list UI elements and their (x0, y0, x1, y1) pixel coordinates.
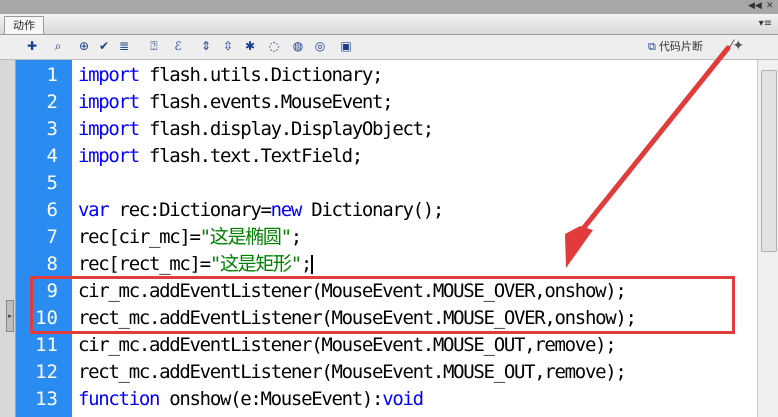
code-token: flash.events.MouseEvent; (138, 91, 394, 113)
line-number: 13 (35, 388, 58, 410)
script-assist-icon[interactable]: ▣ (338, 38, 354, 54)
collapse-icon[interactable]: ⇕ (198, 38, 214, 54)
code-token: rec[rect_mc]= (78, 253, 211, 275)
expand-icon[interactable]: ✱ (242, 38, 258, 54)
comment-block-icon[interactable]: ◌ (266, 38, 282, 54)
keyword-token: new (270, 199, 303, 221)
code-line[interactable]: rect_mc.addEventListener(MouseEvent.MOUS… (78, 359, 627, 386)
panel-menu-icon[interactable]: ▾≡ (759, 18, 772, 29)
check-syntax-icon[interactable]: ✔ (96, 38, 112, 54)
code-snippets-button[interactable]: ⧉ 代码片断 (648, 39, 703, 55)
keyword-token: function (78, 388, 160, 410)
keyword-token: import (78, 145, 140, 167)
panel-tab-row: 动作 (0, 14, 778, 35)
code-token: cir_mc.addEventListener(MouseEvent.MOUSE… (78, 334, 617, 356)
collapse-selection-icon[interactable]: ⇳ (220, 38, 236, 54)
snippets-icon: ⧉ (648, 40, 656, 53)
code-line[interactable]: import flash.events.MouseEvent; (78, 89, 394, 116)
code-token: onshow(e:MouseEvent): (159, 388, 383, 410)
line-number: 1 (46, 64, 58, 86)
code-snippets-label: 代码片断 (658, 40, 703, 53)
text-caret (311, 255, 314, 274)
code-token: rect_mc.addEventListener(MouseEvent.MOUS… (78, 361, 627, 383)
comment-line-icon[interactable]: ◍ (290, 38, 306, 54)
code-line[interactable]: rec[cir_mc]="这是椭圆"; (78, 224, 302, 251)
find-icon[interactable]: ⌕ (50, 38, 66, 54)
line-number: 12 (35, 361, 58, 383)
code-token: rec[cir_mc]= (78, 226, 201, 248)
target-icon[interactable]: ⊕ (76, 38, 92, 54)
uncomment-icon[interactable]: ◎ (312, 38, 328, 54)
line-number: 4 (46, 145, 58, 167)
code-token: Dictionary(); (301, 199, 444, 221)
line-number: 5 (46, 172, 58, 194)
keyword-token: var (78, 199, 110, 221)
debug-icon[interactable]: ℰ (170, 38, 186, 54)
string-token: "这是矩形" (209, 253, 302, 275)
line-number: 8 (46, 253, 58, 275)
keyword-token: void (382, 388, 424, 410)
code-token: flash.utils.Dictionary; (138, 64, 384, 86)
line-number: 6 (46, 199, 58, 221)
keyword-token: import (78, 118, 140, 140)
code-token: ; (300, 253, 312, 275)
line-number: 11 (35, 334, 58, 356)
code-token: flash.display.DisplayObject; (138, 118, 434, 140)
scrollbar-thumb[interactable] (761, 70, 777, 252)
string-token: "这是椭圆" (199, 226, 292, 248)
splitter-grip-icon[interactable]: ▸ (6, 300, 14, 332)
line-number: 2 (46, 91, 58, 113)
code-line[interactable]: cir_mc.addEventListener(MouseEvent.MOUSE… (78, 332, 617, 359)
left-splitter[interactable]: ▸ (0, 60, 16, 417)
line-number: 7 (46, 226, 58, 248)
keyword-token: import (78, 64, 140, 86)
auto-format-icon[interactable]: ≣ (116, 38, 132, 54)
actions-toolbar: ✚ ⌕ ⊕ ✔ ≣ ⍰ ℰ ⇕ ⇳ ✱ ◌ ◍ ◎ ▣ ⧉ 代码片断 ⁄✦ (0, 35, 778, 60)
magic-wand-icon[interactable]: ⁄✦ (730, 38, 744, 54)
tab-actions[interactable]: 动作 (4, 16, 44, 34)
vertical-scrollbar[interactable] (757, 60, 778, 417)
panel-titlebar: ◀◀ ✕ (0, 0, 778, 14)
show-hint-icon[interactable]: ⍰ (146, 38, 162, 54)
collapse-icon[interactable]: ◀◀ (748, 1, 762, 11)
code-token: flash.text.TextField; (138, 145, 363, 167)
code-line[interactable]: var rec:Dictionary=new Dictionary(); (78, 197, 444, 224)
code-line[interactable]: import flash.utils.Dictionary; (78, 62, 384, 89)
line-number: 3 (46, 118, 58, 140)
code-line[interactable]: import flash.text.TextField; (78, 143, 363, 170)
code-token: rec:Dictionary= (108, 199, 272, 221)
code-token: ; (290, 226, 302, 248)
add-icon[interactable]: ✚ (24, 38, 40, 54)
keyword-token: import (78, 91, 140, 113)
annotation-highlight-box (30, 276, 735, 334)
close-icon[interactable]: ✕ (766, 1, 774, 11)
code-line[interactable]: import flash.display.DisplayObject; (78, 116, 434, 143)
code-line[interactable]: function onshow(e:MouseEvent):void (78, 386, 424, 413)
code-line[interactable]: rec[rect_mc]="这是矩形"; (78, 251, 314, 278)
